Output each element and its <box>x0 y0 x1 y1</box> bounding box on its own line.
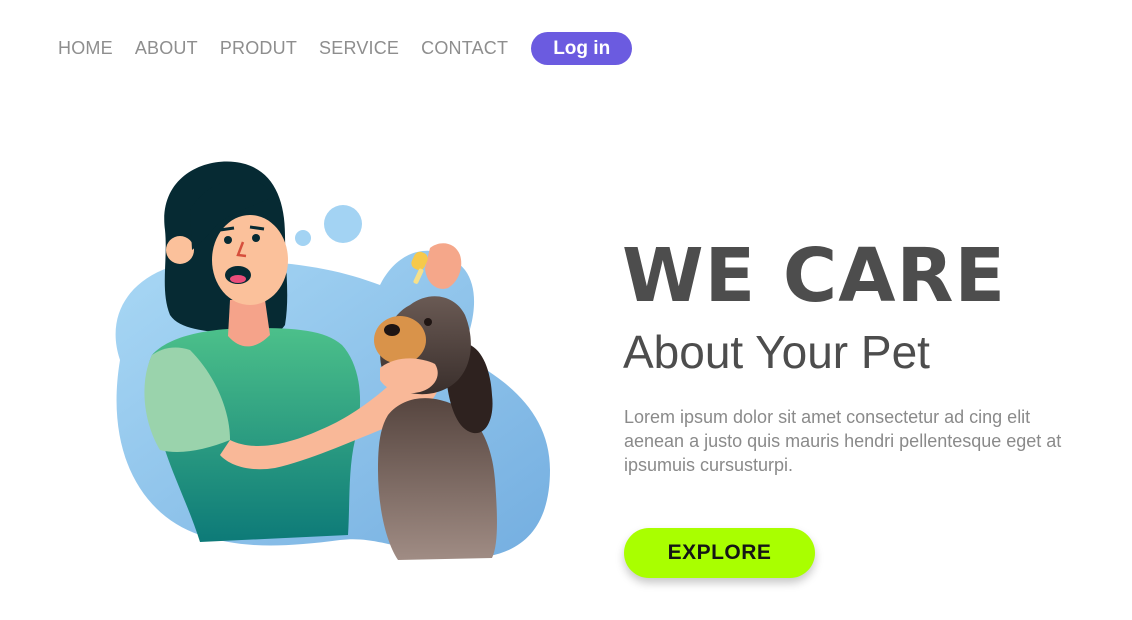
bubble-large <box>324 205 362 243</box>
dog-eye <box>424 318 432 326</box>
woman-eye-right <box>252 234 260 242</box>
main-nav: HOME ABOUT PRODUT SERVICE CONTACT Log in <box>58 31 633 65</box>
woman-ear <box>166 236 194 264</box>
nav-about-link[interactable]: ABOUT <box>135 38 198 59</box>
woman-eye-left <box>224 236 232 244</box>
woman-brow-left <box>219 226 235 232</box>
nav-service-link[interactable]: SERVICE <box>319 38 399 59</box>
woman-brow-right <box>249 225 265 231</box>
dog-nose <box>384 324 400 336</box>
login-button[interactable]: Log in <box>531 31 633 65</box>
pet-care-illustration <box>115 161 551 560</box>
explore-button[interactable]: EXPLORE <box>624 528 815 578</box>
bubble-small <box>295 230 311 246</box>
dog-muzzle <box>374 316 426 364</box>
nav-home-link[interactable]: HOME <box>58 38 113 59</box>
hero-title: WE CARE <box>622 233 1007 319</box>
hero-description: Lorem ipsum dolor sit amet consectetur a… <box>624 407 1062 475</box>
woman-neck <box>228 300 270 347</box>
nav-product-link[interactable]: PRODUT <box>220 38 297 59</box>
nav-contact-link[interactable]: CONTACT <box>421 38 508 59</box>
woman-tongue <box>230 275 246 283</box>
hero-subtitle: About Your Pet <box>623 326 930 378</box>
